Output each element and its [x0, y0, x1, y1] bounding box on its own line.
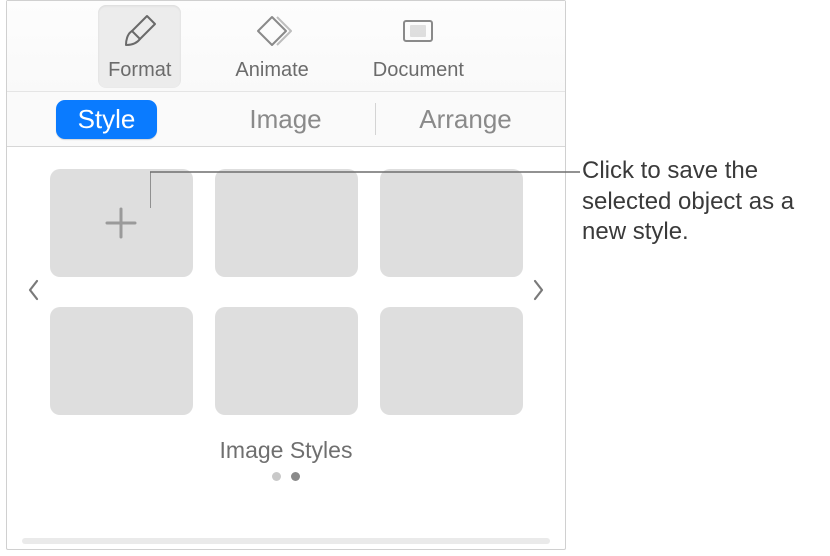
style-tile[interactable]	[215, 169, 358, 277]
toolbar: Format Animate Document	[7, 1, 565, 92]
document-toolbar-button[interactable]: Document	[363, 5, 474, 88]
tab-style-label: Style	[56, 100, 158, 139]
style-tile[interactable]	[380, 169, 523, 277]
animate-toolbar-button[interactable]: Animate	[225, 5, 318, 88]
tab-image[interactable]: Image	[196, 98, 375, 141]
styles-next-button[interactable]	[529, 279, 548, 306]
tab-arrange[interactable]: Arrange	[376, 98, 555, 141]
styles-area: Image Styles	[7, 147, 565, 489]
style-tile[interactable]	[380, 307, 523, 415]
styles-pager	[25, 472, 547, 481]
pager-dot[interactable]	[272, 472, 281, 481]
scrollbar-thumb[interactable]	[22, 538, 550, 544]
document-label: Document	[373, 59, 464, 82]
paintbrush-icon	[120, 11, 160, 57]
style-tile[interactable]	[50, 307, 193, 415]
format-label: Format	[108, 59, 171, 82]
plus-icon	[99, 201, 143, 245]
style-tile[interactable]	[215, 307, 358, 415]
tab-style[interactable]: Style	[17, 94, 196, 145]
format-toolbar-button[interactable]: Format	[98, 5, 181, 88]
callout-text: Click to save the selected object as a n…	[582, 156, 828, 248]
inspector-panel: Format Animate Document Style	[6, 0, 566, 550]
styles-caption: Image Styles	[25, 437, 547, 464]
diamond-icon	[252, 11, 292, 57]
document-icon	[398, 11, 438, 57]
add-style-button[interactable]	[50, 169, 193, 277]
pager-dot[interactable]	[291, 472, 300, 481]
styles-prev-button[interactable]	[25, 279, 44, 306]
chevron-left-icon	[27, 279, 41, 306]
animate-label: Animate	[235, 59, 308, 82]
section-tabs: Style Image Arrange	[7, 92, 565, 147]
horizontal-scrollbar[interactable]	[11, 538, 561, 546]
styles-grid	[44, 169, 529, 415]
chevron-right-icon	[531, 279, 545, 306]
tab-arrange-label: Arrange	[419, 104, 512, 135]
tab-image-label: Image	[249, 104, 321, 135]
